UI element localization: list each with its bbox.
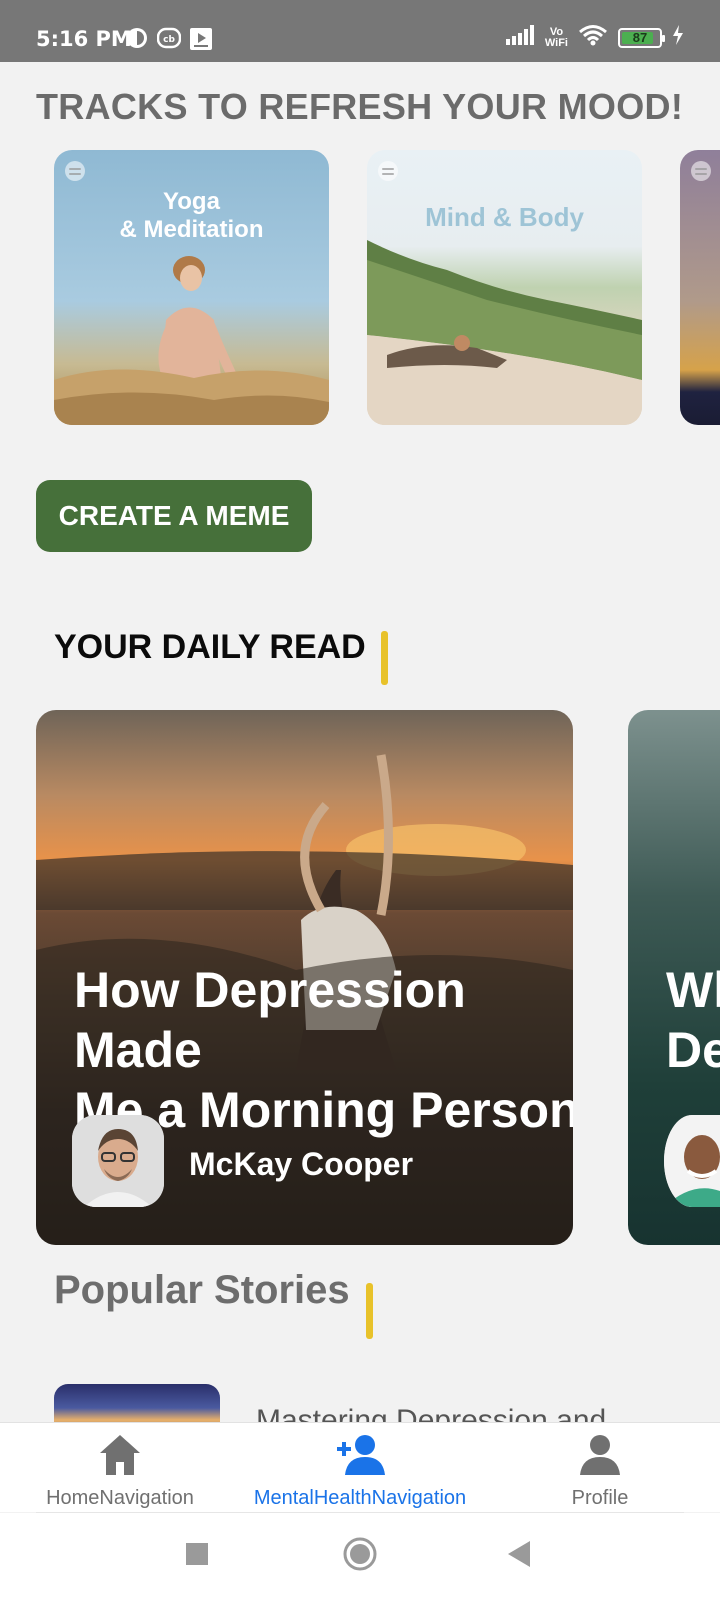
back-icon[interactable]: [508, 1541, 532, 1567]
tracks-heading: TRACKS TO REFRESH YOUR MOOD!: [36, 86, 684, 127]
author-name: McKay Cooper: [189, 1146, 414, 1182]
popular-stories-heading: Popular Stories: [54, 1268, 350, 1312]
svg-text:cb: cb: [163, 35, 175, 45]
add-person-icon: [337, 1435, 385, 1475]
daily-read-title: Wh De: [666, 962, 720, 1078]
charging-icon: [672, 25, 684, 50]
track-card-mind-body[interactable]: Mind & Body: [367, 150, 642, 425]
track-title: Yoga & Meditation: [119, 188, 264, 243]
daily-read-card[interactable]: How Depression Made Me a Morning Person …: [36, 710, 573, 1245]
status-time: 5:16 PM: [36, 27, 132, 51]
system-navigation-bar: [0, 1513, 720, 1600]
spotify-icon: [691, 161, 711, 181]
status-right-icons: Vo WiFi 87: [505, 24, 684, 51]
nav-home-label: HomeNavigation: [46, 1487, 194, 1509]
nav-mental-health[interactable]: MentalHealthNavigation: [240, 1423, 480, 1513]
battery-tip: [662, 34, 665, 42]
home-icon: [100, 1435, 140, 1475]
status-bar: 5:16 PM cb Vo WiFi 87: [0, 0, 720, 62]
notification-media-icon: [189, 27, 213, 51]
bottom-navigation: HomeNavigation MentalHealthNavigation Pr…: [0, 1422, 720, 1512]
track-card-yoga-meditation[interactable]: Yoga & Meditation: [54, 150, 329, 425]
notification-cb-icon: cb: [156, 27, 182, 51]
home-button-icon[interactable]: [343, 1537, 377, 1571]
create-meme-button[interactable]: CREATE A MEME: [36, 480, 312, 552]
daily-read-card-partial[interactable]: Wh De: [628, 710, 720, 1245]
vowifi-label: Vo WiFi: [544, 25, 568, 49]
daily-read-accent-bar: [381, 631, 388, 685]
yoga-illustration: [54, 256, 329, 425]
nav-mental-health-label: MentalHealthNavigation: [253, 1487, 467, 1509]
recents-icon[interactable]: [186, 1543, 208, 1565]
daily-read-title: How Depression Made Me a Morning Person: [74, 962, 573, 1138]
battery-indicator: 87: [618, 27, 665, 48]
popular-stories-accent-bar: [366, 1283, 373, 1339]
track-title: Mind & Body: [425, 202, 584, 232]
spotify-icon: [378, 161, 398, 181]
daily-read-heading: YOUR DAILY READ: [54, 628, 366, 666]
nav-home[interactable]: HomeNavigation: [0, 1423, 240, 1513]
nav-profile[interactable]: Profile: [480, 1423, 720, 1513]
battery-level: 87: [632, 29, 648, 45]
spotify-icon: [65, 161, 85, 181]
mind-body-illustration: [367, 240, 642, 425]
profile-icon: [580, 1435, 620, 1475]
notification-app-icon: [126, 27, 150, 51]
wifi-icon: [578, 24, 608, 51]
track-card-partial[interactable]: [680, 150, 720, 425]
nav-profile-label: Profile: [571, 1487, 629, 1509]
author-avatar: [72, 1115, 164, 1207]
signal-icon: [505, 25, 535, 50]
author-avatar: [664, 1115, 720, 1207]
